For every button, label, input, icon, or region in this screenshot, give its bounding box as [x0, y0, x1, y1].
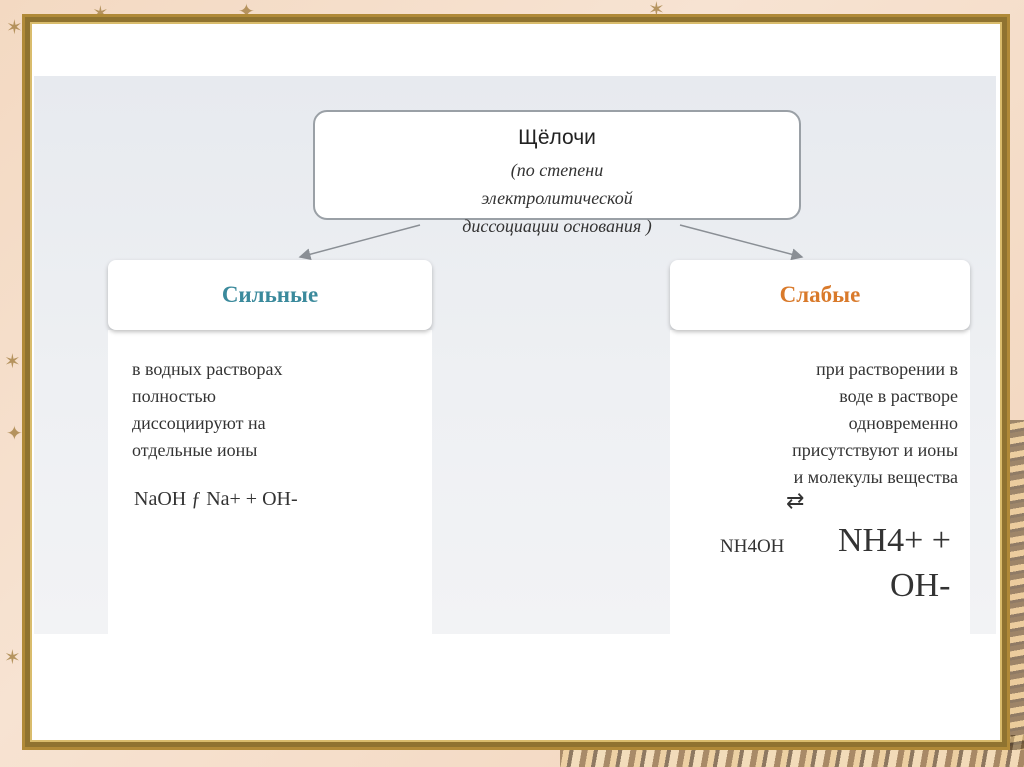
weak-formula-reactant: NH4OH	[720, 536, 785, 557]
weak-description: при растворении в воде в растворе одновр…	[700, 356, 958, 491]
strong-description-line: полностью	[132, 386, 216, 406]
weak-header: Слабые	[670, 260, 970, 330]
strong-formula: NaOH ƒ Na+ + OH-	[134, 488, 298, 510]
strong-description: в водных растворах полностью диссоциирую…	[132, 356, 422, 464]
weak-description-line: при растворении в	[816, 359, 958, 379]
strong-description-line: отдельные ионы	[132, 440, 258, 460]
root-subtitle-line: электролитической	[481, 188, 633, 208]
strong-description-line: в водных растворах	[132, 359, 283, 379]
root-subtitle: (по степени электролитической диссоциаци…	[375, 156, 739, 240]
equilibrium-arrows-icon: ⇄	[786, 488, 805, 513]
root-subtitle-line: диссоциации основания )	[462, 216, 652, 236]
weak-description-line: одновременно	[848, 413, 958, 433]
weak-formula-product-2: OH-	[890, 567, 951, 604]
alkalis-root-node: Щёлочи (по степени электролитической дис…	[313, 110, 801, 236]
weak-formula-product-1: NH4+ +	[838, 522, 951, 559]
strong-header: Сильные	[108, 260, 432, 330]
root-title: Щёлочи	[518, 126, 596, 149]
weak-description-line: воде в растворе	[839, 386, 958, 406]
weak-description-line: и молекулы вещества	[793, 467, 958, 487]
weak-description-line: присутствуют и ионы	[792, 440, 958, 460]
strong-description-line: диссоциируют на	[132, 413, 266, 433]
root-subtitle-line: (по степени	[510, 160, 604, 180]
